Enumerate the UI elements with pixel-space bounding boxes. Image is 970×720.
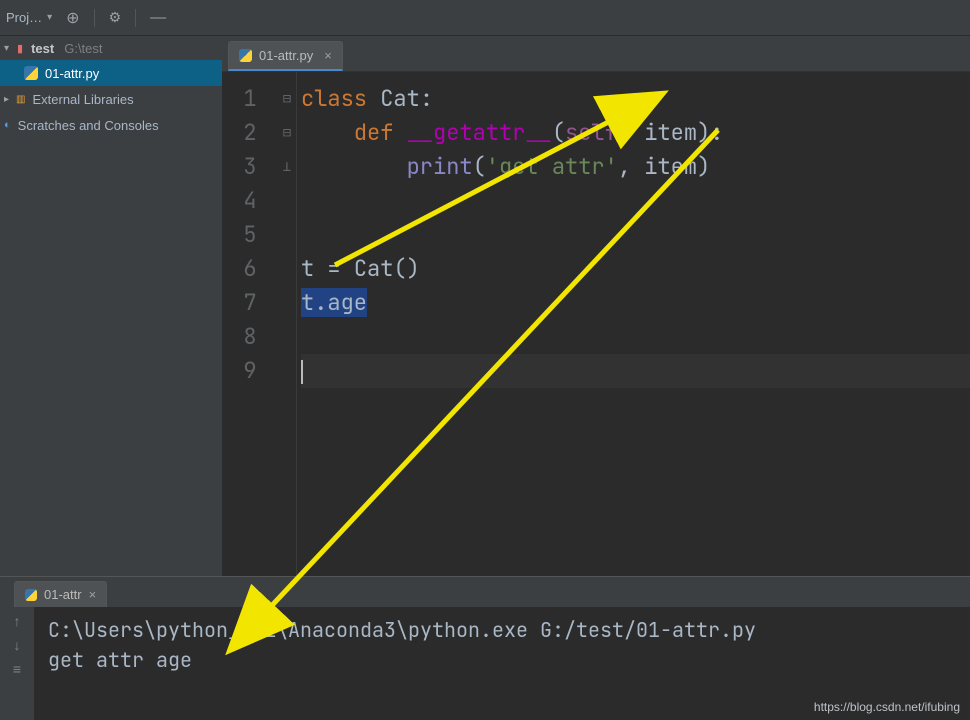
- caret: [301, 360, 303, 384]
- watermark: https://blog.csdn.net/ifubing: [814, 700, 960, 714]
- tree-file-label: 01-attr.py: [45, 66, 99, 81]
- close-icon[interactable]: ×: [89, 587, 97, 602]
- tree-external-libraries[interactable]: ▸ ▥ External Libraries: [0, 86, 222, 112]
- editor-tab-label: 01-attr.py: [259, 48, 313, 63]
- run-panel: 01-attr × ↑ ↓ ≡ C:\Users\python_hui\Anac…: [0, 576, 970, 720]
- close-icon[interactable]: ×: [324, 48, 332, 63]
- project-root[interactable]: ▾ ▮ test G:\test: [0, 36, 222, 60]
- fold-icon[interactable]: ⊟: [278, 82, 296, 116]
- tree-file-01attr[interactable]: 01-attr.py: [0, 60, 222, 86]
- external-libraries-label: External Libraries: [32, 92, 133, 107]
- run-tab-01attr[interactable]: 01-attr ×: [14, 581, 107, 607]
- gear-icon[interactable]: ⚙: [109, 9, 122, 26]
- collapse-icon[interactable]: —: [150, 9, 166, 27]
- toolbar-divider: [94, 9, 95, 27]
- toolbar-divider: [135, 9, 136, 27]
- project-name: test: [31, 41, 54, 56]
- fold-gutter[interactable]: ⊟ ⊟ ⊥: [278, 72, 296, 576]
- project-path: G:\test: [64, 41, 102, 56]
- python-file-icon: [24, 66, 38, 80]
- python-file-icon: [239, 49, 252, 62]
- project-sidebar: ▾ ▮ test G:\test 01-attr.py ▸ ▥ External…: [0, 36, 222, 576]
- chevron-right-icon: ▸: [4, 94, 9, 105]
- run-tab-label: 01-attr: [44, 587, 82, 602]
- code-editor[interactable]: 1 2 3 4 5 6 7 8 9 ⊟ ⊟ ⊥ class Cat: def _…: [222, 72, 970, 576]
- console-line: get attr age: [48, 645, 956, 675]
- run-toolbar: ↑ ↓ ≡: [0, 607, 34, 720]
- scroll-down-icon[interactable]: ↓: [14, 637, 21, 653]
- line-number-gutter: 1 2 3 4 5 6 7 8 9: [222, 72, 278, 576]
- select-target-icon[interactable]: ⊕: [66, 8, 79, 28]
- console-output[interactable]: C:\Users\python_hui\Anaconda3\python.exe…: [34, 607, 970, 683]
- fold-end-icon: ⊥: [278, 150, 296, 184]
- editor-tab-01attr[interactable]: 01-attr.py ×: [228, 41, 343, 71]
- scroll-up-icon[interactable]: ↑: [14, 613, 21, 629]
- fold-icon[interactable]: ⊟: [278, 116, 296, 150]
- soft-wrap-icon[interactable]: ≡: [13, 661, 21, 677]
- scratch-icon: ◐: [4, 119, 11, 131]
- chevron-down-icon: ▾: [4, 43, 9, 54]
- code-content[interactable]: class Cat: def __getattr__(self, item): …: [296, 72, 970, 576]
- scratches-label: Scratches and Consoles: [18, 118, 159, 133]
- project-dropdown[interactable]: Proj…: [6, 10, 52, 25]
- library-icon: ▥: [16, 94, 25, 105]
- console-line: C:\Users\python_hui\Anaconda3\python.exe…: [48, 615, 956, 645]
- python-file-icon: [25, 589, 37, 601]
- tree-scratches[interactable]: ◐ Scratches and Consoles: [0, 112, 222, 138]
- folder-icon: ▮: [17, 42, 23, 55]
